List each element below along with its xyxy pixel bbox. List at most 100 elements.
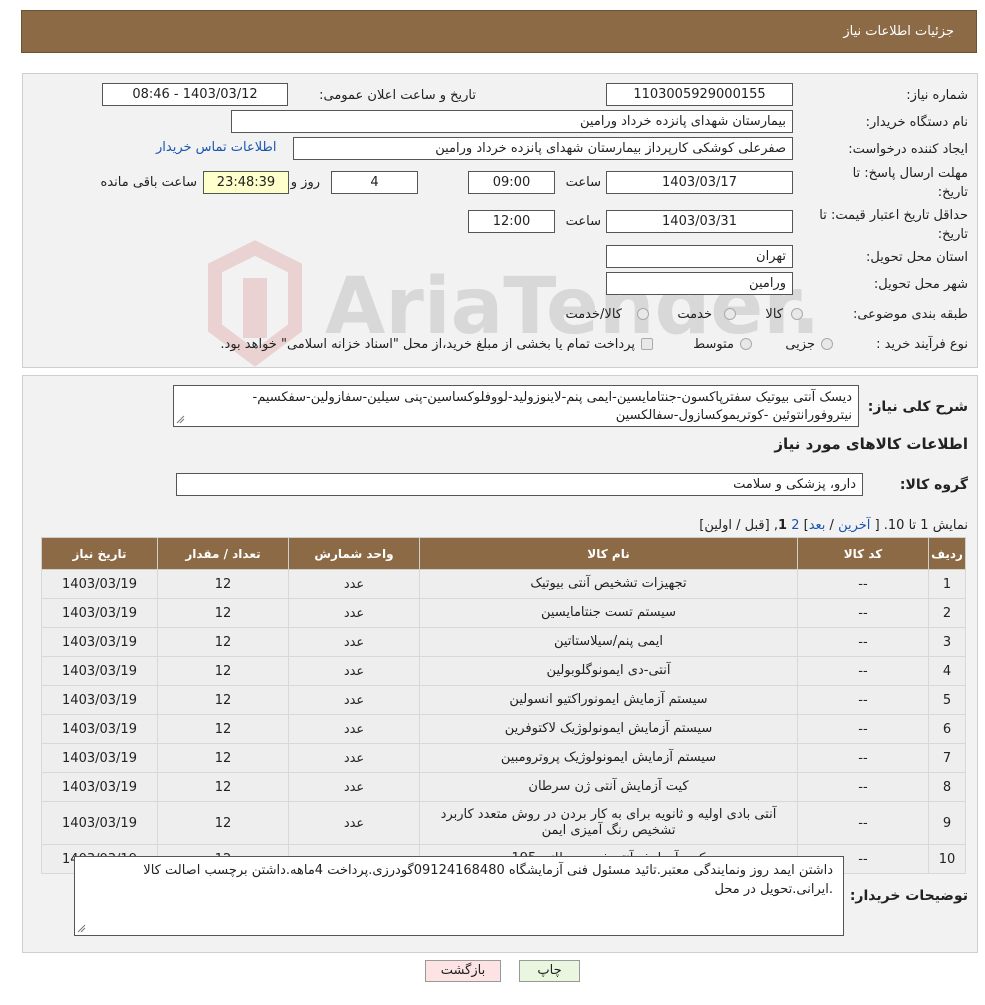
buyer-notes-textarea: داشتن ایمد روز ونمایندگی معتبر.تائید مسئ… — [74, 856, 844, 936]
col-quantity: تعداد / مقدار — [157, 537, 289, 570]
row-number-cell: 9 — [928, 801, 966, 845]
quantity-cell: 12 — [157, 685, 289, 715]
buyer-org-field: بیمارستان شهدای پانزده خرداد ورامین — [231, 110, 793, 133]
need-date-cell: 1403/03/19 — [41, 627, 158, 657]
goods-name-cell: ایمی پنم/سیلاستاتین — [419, 627, 798, 657]
validity-date-field: 1403/03/31 — [606, 210, 793, 233]
row-number-cell: 4 — [928, 656, 966, 686]
table-row: 5 -- سیستم آزمایش ایمونوراکتیو انسولین عدد 1… — [41, 685, 966, 715]
need-date-cell: 1403/03/19 — [41, 656, 158, 686]
quantity-cell: 12 — [157, 772, 289, 802]
pagination-last-link[interactable]: آخرین — [838, 518, 870, 533]
col-goods-code: کد کالا — [797, 537, 929, 570]
back-button[interactable]: بازگشت — [425, 960, 501, 982]
process-minor-label: جزیی — [785, 337, 815, 352]
pagination-current-page: 1 — [778, 518, 788, 533]
unit-cell: عدد — [288, 569, 420, 599]
quantity-cell: 12 — [157, 598, 289, 628]
pagination-page-2-link[interactable]: 2 — [791, 518, 799, 533]
pagination-next-link[interactable]: بعد — [809, 518, 826, 533]
category-label: طبقه بندی موضوعی: — [852, 307, 968, 322]
province-label: استان محل تحویل: — [866, 250, 968, 265]
category-service-label: خدمت — [677, 307, 712, 322]
quantity-cell: 12 — [157, 627, 289, 657]
buyer-notes-text: داشتن ایمد روز ونمایندگی معتبر.تائید مسئ… — [143, 863, 833, 897]
buyer-org-label: نام دستگاه خریدار: — [865, 115, 968, 130]
need-description-label: شرح کلی نیاز: — [867, 399, 968, 415]
goods-code-cell: -- — [797, 801, 929, 845]
creator-label: ایجاد کننده درخواست: — [848, 142, 968, 157]
goods-code-cell: -- — [797, 714, 929, 744]
table-row: 8 -- کیت آزمایش آنتی ژن سرطان عدد 12 1403/03/… — [41, 772, 966, 802]
goods-code-cell: -- — [797, 743, 929, 773]
treasury-payment-checkbox[interactable] — [641, 338, 653, 350]
goods-name-cell: سیستم آزمایش ایمونولوژیک لاکتوفرین — [419, 714, 798, 744]
row-number-cell: 1 — [928, 569, 966, 599]
goods-code-cell: -- — [797, 627, 929, 657]
announce-datetime-field: 1403/03/12 - 08:46 — [102, 83, 288, 106]
row-number-cell: 3 — [928, 627, 966, 657]
goods-group-field: دارو، پزشکی و سلامت — [176, 473, 863, 496]
time-remaining-field: 23:48:39 — [203, 171, 289, 194]
buyer-contact-link[interactable]: اطلاعات تماس خریدار — [156, 140, 276, 155]
goods-group-label: گروه کالا: — [899, 477, 968, 493]
need-description-textarea: دیسک آنتی بیوتیک سفترپاکسون-جنتامایسین-ا… — [173, 385, 859, 427]
resize-handle-icon[interactable] — [176, 415, 185, 424]
category-goods-radio[interactable] — [791, 308, 803, 320]
page-header: جزئیات اطلاعات نیاز — [21, 10, 977, 53]
quantity-cell: 12 — [157, 569, 289, 599]
pagination-prefix: نمایش 1 تا 10. [ — [874, 518, 968, 533]
deadline-time-label: ساعت — [565, 175, 601, 190]
unit-cell: عدد — [288, 598, 420, 628]
goods-code-cell: -- — [797, 685, 929, 715]
unit-cell: عدد — [288, 772, 420, 802]
goods-code-cell: -- — [797, 656, 929, 686]
resize-handle-icon[interactable] — [77, 924, 86, 933]
unit-cell: عدد — [288, 656, 420, 686]
creator-field: صفرعلی کوشکی کارپرداز بیمارستان شهدای پا… — [293, 137, 793, 160]
time-remaining-label: ساعت باقی مانده — [100, 175, 197, 190]
goods-name-cell: سیستم آزمایش ایمونوراکتیو انسولین — [419, 685, 798, 715]
pagination-separator: / — [829, 518, 834, 533]
deadline-label: مهلت ارسال پاسخ: تا تاریخ: — [852, 166, 968, 200]
category-goods-service-label: کالا/خدمت — [565, 307, 622, 322]
validity-time-label: ساعت — [565, 214, 601, 229]
unit-cell: عدد — [288, 743, 420, 773]
print-button[interactable]: چاپ — [519, 960, 580, 982]
need-description-text: دیسک آنتی بیوتیک سفترپاکسون-جنتامایسین-ا… — [252, 390, 853, 423]
unit-cell: عدد — [288, 685, 420, 715]
days-remaining-field: 4 — [331, 171, 418, 194]
buyer-notes-label: توضیحات خریدار: — [849, 888, 968, 904]
process-label: نوع فرآیند خرید : — [876, 337, 968, 352]
quantity-cell: 12 — [157, 714, 289, 744]
category-goods-service-radio[interactable] — [637, 308, 649, 320]
pagination-suffix: [قبل / اولین] — [699, 518, 770, 533]
need-date-cell: 1403/03/19 — [41, 569, 158, 599]
table-row: 2 -- سیستم تست جنتامایسین عدد 12 1403/03/19 — [41, 598, 966, 628]
table-row: 4 -- آنتی-دی ایمونوگلوبولین عدد 12 1403/03/19 — [41, 656, 966, 686]
goods-table-header: ردیف کد کالا نام کالا واحد شمارش تعداد /… — [41, 537, 966, 570]
category-service-radio[interactable] — [724, 308, 736, 320]
need-date-cell: 1403/03/19 — [41, 743, 158, 773]
goods-info-title: اطلاعات کالاهای مورد نیاز — [774, 435, 968, 453]
row-number-cell: 5 — [928, 685, 966, 715]
unit-cell: عدد — [288, 801, 420, 845]
col-unit: واحد شمارش — [288, 537, 420, 570]
process-medium-radio[interactable] — [740, 338, 752, 350]
table-row: 9 -- آنتی بادی اولیه و ثانویه برای به کار … — [41, 801, 966, 845]
province-field: تهران — [606, 245, 793, 268]
row-number-cell: 10 — [928, 844, 966, 874]
table-row: 3 -- ایمی پنم/سیلاستاتین عدد 12 1403/03/19 — [41, 627, 966, 657]
city-field: ورامین — [606, 272, 793, 295]
need-number-label: شماره نیاز: — [906, 88, 968, 103]
goods-table: ردیف کد کالا نام کالا واحد شمارش تعداد /… — [41, 537, 966, 874]
goods-name-cell: آنتی بادی اولیه و ثانویه برای به کار برد… — [419, 801, 798, 845]
row-number-cell: 6 — [928, 714, 966, 744]
need-date-cell: 1403/03/19 — [41, 772, 158, 802]
unit-cell: عدد — [288, 714, 420, 744]
process-minor-radio[interactable] — [821, 338, 833, 350]
announce-datetime-label: تاریخ و ساعت اعلان عمومی: — [319, 88, 476, 103]
need-date-cell: 1403/03/19 — [41, 598, 158, 628]
goods-name-cell: سیستم آزمایش ایمونولوژیک پروترومبین — [419, 743, 798, 773]
treasury-payment-note: پرداخت تمام یا بخشی از مبلغ خرید،از محل … — [220, 337, 635, 352]
